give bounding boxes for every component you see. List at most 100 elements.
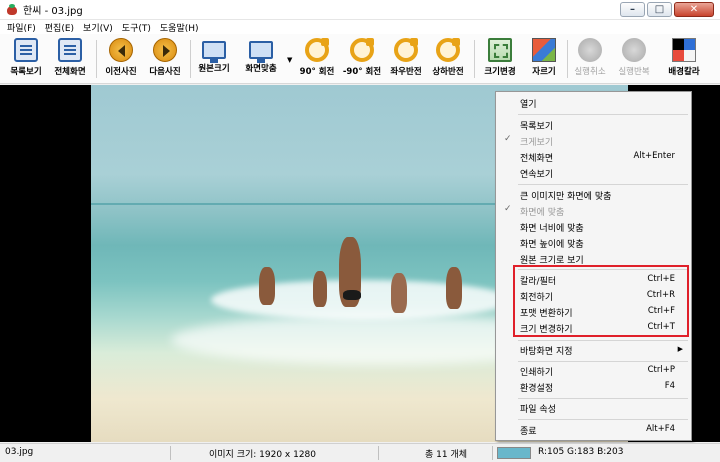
status-divider [492,446,493,460]
crop-button[interactable]: 자르기 [524,38,564,82]
window-title: 한씨 - 03.jpg [23,6,83,17]
status-filename: 03.jpg [5,447,34,457]
ctx-fit-large-only-label: 큰 이미지만 화면에 맞춤 [520,192,612,202]
ctx-set-wallpaper-label: 바탕화면 지정 [520,347,573,357]
redo-label: 실행반복 [618,67,650,77]
title-bar: 한씨 - 03.jpg – □ ✕ [0,0,720,20]
crop-label: 자르기 [532,67,556,77]
fit-screen-icon [249,41,273,63]
menu-file[interactable]: 파일(F) [7,21,36,34]
background-color-button[interactable]: 배경칼라 [662,38,706,82]
flip-horizontal-icon [394,38,418,62]
toolbar: 목록보기 전체화면 이전사진 다음사진 원본크기 화면맞춤 ▼ 90° 회전 -… [0,34,720,84]
ctx-print-shortcut: Ctrl+P [647,365,675,375]
ctx-continuous-view[interactable]: 연속보기 [496,165,691,181]
ctx-settings-shortcut: F4 [664,381,675,391]
ctx-fit-width-label: 화면 너비에 맞춤 [520,224,584,234]
fullscreen-button[interactable]: 전체화면 [50,38,90,82]
toolbar-divider [567,40,568,78]
ctx-separator [518,114,688,115]
ctx-separator [518,398,688,399]
fit-screen-button[interactable]: 화면맞춤 [240,38,282,82]
ctx-file-properties[interactable]: 파일 속성 [496,400,691,416]
rotate-90-button[interactable]: 90° 회전 [296,38,338,82]
crop-icon [532,38,556,62]
ctx-settings-label: 환경설정 [520,384,554,394]
minimize-icon: – [630,3,635,15]
minimize-button[interactable]: – [620,2,645,17]
rotate-90-label: 90° 회전 [299,67,335,77]
flip-vertical-label: 상하반전 [432,67,464,77]
rotate-ccw-icon [350,38,374,62]
flip-vertical-icon [436,38,460,62]
app-icon [6,3,18,16]
ctx-fit-large-only[interactable]: 큰 이미지만 화면에 맞춤 [496,187,691,203]
ctx-set-wallpaper[interactable]: 바탕화면 지정 ▶ [496,342,691,358]
menu-tools[interactable]: 도구(T) [122,21,151,34]
ctx-open-label: 열기 [520,100,537,110]
ctx-fit-width[interactable]: 화면 너비에 맞춤 [496,219,691,235]
monitor-icon [202,41,226,63]
toolbar-divider [96,40,97,78]
ctx-settings[interactable]: 환경설정 F4 [496,379,691,395]
ctx-continuous-view-label: 연속보기 [520,170,554,180]
palette-icon [672,38,696,62]
ctx-separator [518,340,688,341]
list-view-button[interactable]: 목록보기 [6,38,46,82]
ctx-separator [518,419,688,420]
flip-vertical-button[interactable]: 상하반전 [428,38,468,82]
redo-button[interactable]: 실행반복 [614,38,654,82]
ctx-large-view-label: 크게보기 [520,138,554,148]
ctx-print[interactable]: 인쇄하기 Ctrl+P [496,363,691,379]
ctx-file-properties-label: 파일 속성 [520,405,556,415]
fit-screen-dropdown-icon[interactable]: ▼ [287,56,292,64]
menu-view[interactable]: 보기(V) [83,21,113,34]
checkmark-icon: ✓ [504,204,512,214]
ctx-fullscreen-shortcut: Alt+Enter [633,151,675,161]
rotate-minus-90-button[interactable]: -90° 회전 [340,38,384,82]
status-pixel-color: R:105 G:183 B:203 [538,447,624,457]
ctx-list-view-label: 목록보기 [520,122,554,132]
close-button[interactable]: ✕ [674,2,714,17]
photo-person-shorts [343,290,361,300]
submenu-arrow-icon: ▶ [677,345,683,353]
rotate-cw-icon [305,38,329,62]
menu-help[interactable]: 도움말(H) [160,21,199,34]
resize-icon [488,38,512,62]
toolbar-divider [474,40,475,78]
ctx-fit-height[interactable]: 화면 높이에 맞춤 [496,235,691,251]
ctx-exit-shortcut: Alt+F4 [646,424,675,434]
undo-icon [578,38,602,62]
ctx-fullscreen[interactable]: 전체화면 Alt+Enter [496,149,691,165]
next-photo-label: 다음사진 [149,67,181,77]
status-color-swatch [497,447,531,459]
ctx-fit-screen-label: 화면에 맞춤 [520,208,565,218]
arrow-left-icon [109,38,133,62]
menu-edit[interactable]: 편집(E) [45,21,74,34]
redo-icon [622,38,646,62]
undo-button[interactable]: 실행취소 [570,38,610,82]
flip-horizontal-button[interactable]: 좌우반전 [386,38,426,82]
prev-photo-button[interactable]: 이전사진 [101,38,141,82]
fit-screen-label: 화면맞춤 [245,64,277,74]
maximize-button[interactable]: □ [647,2,672,17]
ctx-separator [518,184,688,185]
ctx-print-label: 인쇄하기 [520,368,554,378]
original-size-button[interactable]: 원본크기 [194,38,234,82]
ctx-open[interactable]: 열기 [496,95,691,111]
ctx-large-view[interactable]: ✓ 크게보기 [496,133,691,149]
photo-person [446,267,462,309]
ctx-exit[interactable]: 종료 Alt+F4 [496,422,691,438]
arrow-right-icon [153,38,177,62]
fullscreen-icon [58,38,82,62]
photo-person [391,273,407,313]
highlight-annotation-box [513,265,689,337]
next-photo-button[interactable]: 다음사진 [145,38,185,82]
ctx-fit-screen[interactable]: ✓ 화면에 맞춤 [496,203,691,219]
checkmark-icon: ✓ [504,134,512,144]
flip-horizontal-label: 좌우반전 [390,67,422,77]
resize-button[interactable]: 크기변경 [480,38,520,82]
original-size-label: 원본크기 [198,64,230,74]
ctx-list-view[interactable]: 목록보기 [496,117,691,133]
photo-foam [211,280,511,320]
